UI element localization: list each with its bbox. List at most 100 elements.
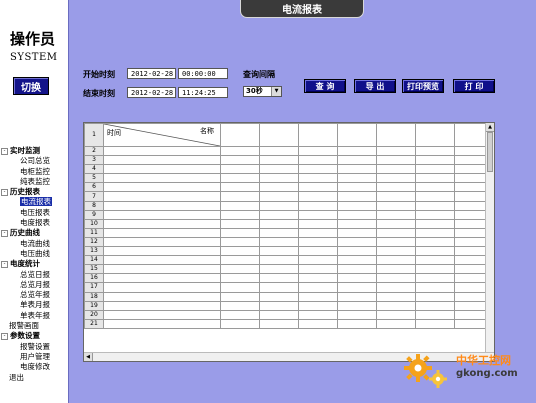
collapse-toggle-icon[interactable]: - [1,261,8,269]
nav-item[interactable]: 用户管理 [0,352,68,362]
nav-item[interactable]: - 实时监测 [0,146,68,156]
table-cell[interactable] [220,309,260,320]
table-cell[interactable] [220,164,260,175]
table-cell[interactable] [298,191,338,202]
table-cell[interactable] [259,209,299,220]
nav-item[interactable]: - 历史曲线 [0,228,68,238]
table-cell[interactable] [298,300,338,311]
table-cell[interactable] [415,227,455,238]
table-cell[interactable] [415,200,455,211]
table-cell[interactable] [298,318,338,329]
table-cell[interactable] [337,291,377,302]
nav-item[interactable]: 纯表监控 [0,177,68,187]
table-cell[interactable] [220,209,260,220]
scroll-thumb[interactable] [487,132,493,172]
table-cell[interactable] [376,123,416,147]
table-cell[interactable] [220,173,260,184]
table-cell[interactable] [220,145,260,157]
table-cell[interactable] [376,300,416,311]
table-cell[interactable] [415,145,455,157]
report-grid[interactable]: 1 时间 名称 2 3 4 5 6 7 8 9 10 11 12 13 14 15 16 17 18 19 20 21 ▲ … [83,122,495,362]
table-cell[interactable] [337,173,377,184]
table-cell[interactable] [103,191,221,202]
table-cell[interactable] [376,236,416,248]
table-cell[interactable] [298,209,338,220]
table-cell[interactable] [259,145,299,157]
table-cell[interactable] [220,246,260,257]
nav-item[interactable]: 报警画面 [0,321,68,331]
table-cell[interactable] [103,218,221,229]
nav-item[interactable]: - 参数设置 [0,331,68,341]
table-cell[interactable] [220,200,260,211]
table-cell[interactable] [337,218,377,229]
table-cell[interactable] [415,191,455,202]
nav-item[interactable]: 电度修改 [0,362,68,372]
end-time-field[interactable]: 11:24:25 [178,87,228,98]
table-cell[interactable] [259,155,299,166]
table-cell[interactable] [376,182,416,193]
table-cell[interactable] [376,145,416,157]
table-cell[interactable] [415,123,455,147]
table-cell[interactable] [259,300,299,311]
table-cell[interactable] [415,155,455,166]
table-cell[interactable] [220,300,260,311]
table-cell[interactable] [376,191,416,202]
table-cell[interactable] [376,173,416,184]
table-cell[interactable] [376,209,416,220]
table-cell[interactable] [337,200,377,211]
table-cell[interactable] [259,218,299,229]
table-cell[interactable] [376,291,416,302]
query-button[interactable]: 查 询 [304,79,346,93]
nav-item[interactable]: 电流报表 [0,197,68,207]
table-cell[interactable] [337,155,377,166]
table-cell[interactable] [298,236,338,248]
nav-item[interactable]: 报警设置 [0,342,68,352]
table-cell[interactable] [103,164,221,175]
table-cell[interactable] [103,255,221,266]
nav-item[interactable]: 退出 [0,373,68,383]
export-button[interactable]: 导 出 [354,79,396,93]
table-cell[interactable] [415,255,455,266]
table-cell[interactable] [103,200,221,211]
switch-user-button[interactable]: 切换 [13,77,49,95]
table-cell[interactable] [103,291,221,302]
table-cell[interactable] [337,246,377,257]
table-cell[interactable] [376,255,416,266]
table-cell[interactable] [220,318,260,329]
table-cell[interactable] [337,264,377,275]
nav-item[interactable]: 总览日报 [0,270,68,280]
table-cell[interactable] [415,209,455,220]
table-cell[interactable] [298,182,338,193]
table-cell[interactable] [103,282,221,293]
vertical-scrollbar[interactable]: ▲ [485,123,494,352]
table-cell[interactable] [337,191,377,202]
table-cell[interactable] [298,246,338,257]
table-cell[interactable] [337,318,377,329]
table-cell[interactable] [220,218,260,229]
nav-item[interactable]: - 历史报表 [0,187,68,197]
table-cell[interactable] [298,200,338,211]
table-cell[interactable] [376,218,416,229]
table-cell[interactable] [337,282,377,293]
nav-item[interactable]: 单表年报 [0,311,68,321]
table-cell[interactable] [259,164,299,175]
table-cell[interactable] [298,164,338,175]
nav-item[interactable]: 电压报表 [0,208,68,218]
table-cell[interactable] [103,246,221,257]
table-cell[interactable] [415,164,455,175]
table-cell[interactable] [376,273,416,284]
table-cell[interactable] [298,123,338,147]
table-cell[interactable] [298,264,338,275]
table-cell[interactable] [415,291,455,302]
scroll-left-icon[interactable]: ◀ [84,353,93,361]
table-cell[interactable] [298,273,338,284]
table-cell[interactable] [220,282,260,293]
table-cell[interactable] [259,123,299,147]
table-cell[interactable] [220,191,260,202]
table-cell[interactable] [415,236,455,248]
collapse-toggle-icon[interactable]: - [1,189,8,197]
table-cell[interactable] [220,123,260,147]
nav-item[interactable]: 总览年报 [0,290,68,300]
header-cell[interactable]: 时间 名称 [103,123,221,147]
chevron-down-icon[interactable]: ▼ [271,87,281,96]
